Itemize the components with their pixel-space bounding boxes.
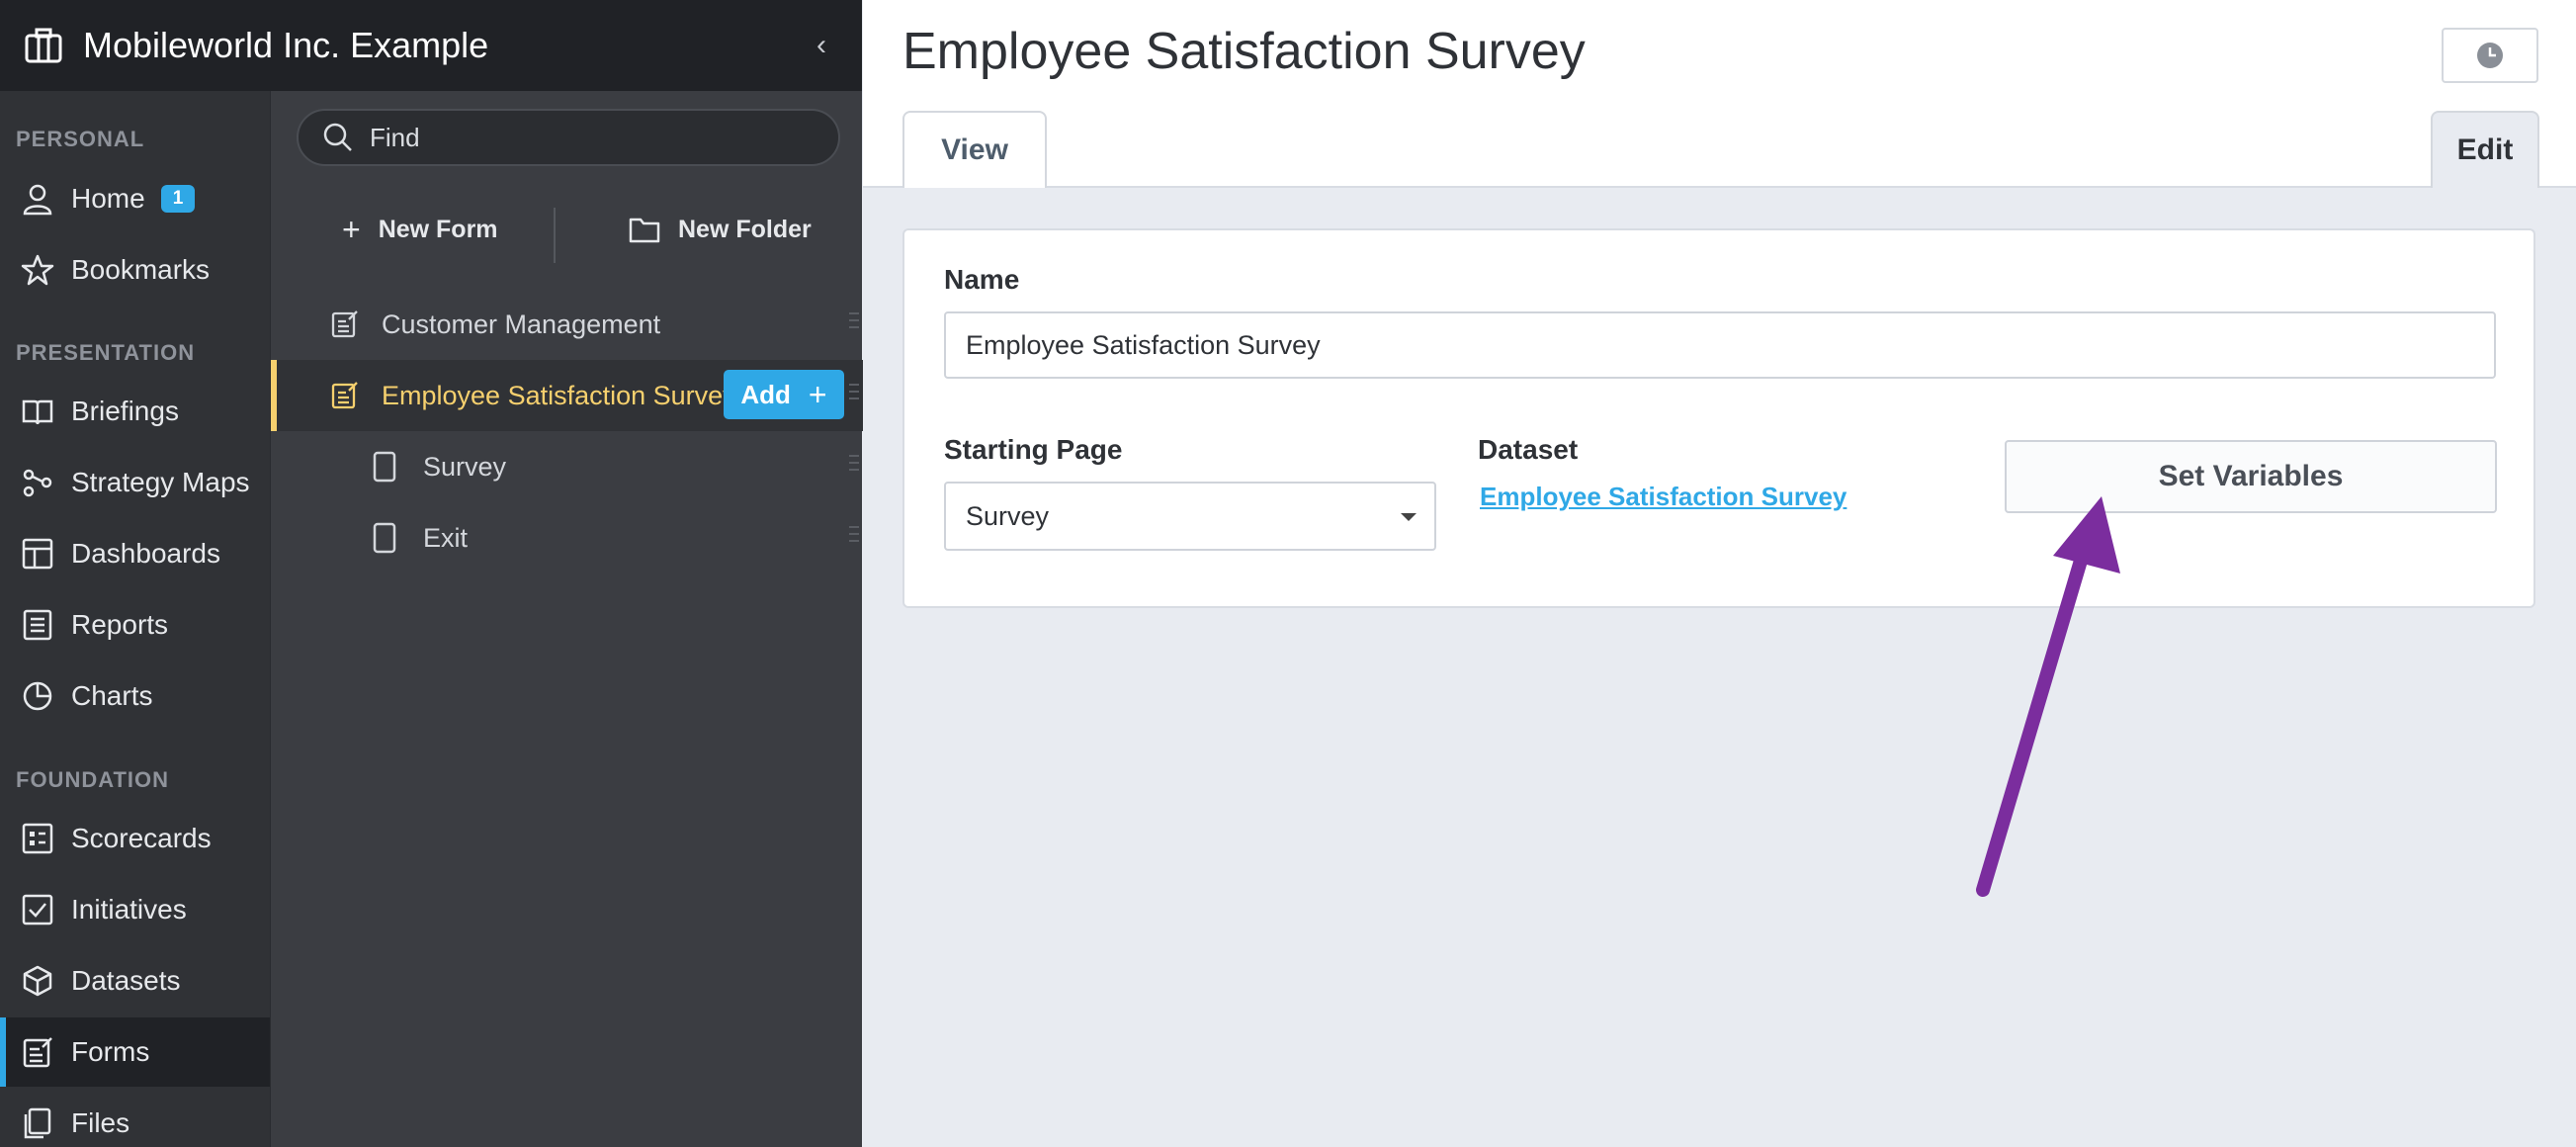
new-form-label: New Form [378,215,498,243]
nav-item-label: Dashboards [71,538,220,569]
plus-icon: + [808,376,827,412]
annotation-arrow-icon [1976,496,2120,897]
drag-handle-icon[interactable] [849,526,859,550]
nav-item-bookmarks[interactable]: Bookmarks [0,235,270,305]
org-header: Mobileworld Inc. Example ‹ [0,0,862,91]
nav-item-label: Charts [71,680,153,711]
nav-item-label: Datasets [71,965,181,996]
drag-handle-icon[interactable] [849,312,859,336]
form-icon [328,379,362,412]
tree-item-label: Customer Management [382,309,661,339]
tree-item-survey[interactable]: Survey [271,431,863,502]
pie-chart-icon [18,676,57,716]
name-label: Name [944,264,1020,295]
search-icon [323,123,352,151]
nav-item-briefings[interactable]: Briefings [0,377,270,446]
nav-item-label: Forms [71,1036,150,1067]
page-title: Employee Satisfaction Survey [902,23,1586,80]
nav-item-label: Scorecards [71,823,212,853]
nav-section-foundation: FOUNDATION [16,767,170,792]
toolbar-divider [554,208,556,263]
chevron-left-icon: ‹ [816,29,826,61]
nav-item-label: Initiatives [71,894,187,925]
starting-page-value: Survey [966,500,1050,531]
collapse-nav-button[interactable]: ‹ [807,26,836,65]
nav-item-datasets[interactable]: Datasets [0,946,270,1015]
main-header: Employee Satisfaction Survey View Edit [863,0,2576,188]
nav-item-label: Home [71,183,145,214]
tab-edit[interactable]: Edit [2431,111,2539,188]
nav-section-presentation: PRESENTATION [16,340,196,365]
history-button[interactable] [2442,28,2538,83]
nav-item-scorecards[interactable]: Scorecards [0,804,270,873]
nav-item-label: Strategy Maps [71,467,250,497]
cube-icon [18,961,57,1001]
building-icon [25,28,62,63]
nav-item-files[interactable]: Files [0,1089,270,1147]
folder-icon [629,218,660,243]
org-name: Mobileworld Inc. Example [83,25,489,65]
scorecard-icon [18,819,57,858]
tree-item-employee-satisfaction-survey[interactable]: Employee Satisfaction Survey Add + [271,360,863,431]
nav-item-label: Briefings [71,396,179,426]
drag-handle-icon[interactable] [849,384,859,407]
new-form-button[interactable]: + New Form [342,200,498,259]
clock-icon [2477,43,2503,68]
primary-nav: PERSONAL Home 1 Bookmarks PRESENTATION B… [0,91,270,1147]
tree-item-label: Employee Satisfaction Survey [382,380,736,410]
dashboard-icon [18,534,57,574]
tab-view[interactable]: View [902,111,1047,188]
checkbox-icon [18,890,57,929]
report-icon [18,605,57,645]
tree-item-label: Survey [423,451,507,482]
search-box[interactable] [297,109,840,166]
page-icon [368,521,401,555]
strategy-map-icon [18,463,57,502]
starting-page-select[interactable]: Survey [944,482,1436,551]
new-folder-button[interactable]: New Folder [629,200,812,259]
nav-section-personal: PERSONAL [16,127,145,151]
dataset-label: Dataset [1478,434,1579,465]
user-icon [18,179,57,219]
nav-item-reports[interactable]: Reports [0,590,270,660]
nav-item-strategy-maps[interactable]: Strategy Maps [0,448,270,517]
form-icon [18,1032,57,1072]
plus-icon: + [342,211,361,247]
nav-item-label: Reports [71,609,169,640]
add-button[interactable]: Add + [724,370,844,419]
nav-item-forms[interactable]: Forms [0,1017,270,1087]
nav-item-home[interactable]: Home 1 [0,164,270,233]
files-icon [18,1103,57,1143]
notification-badge: 1 [160,185,196,213]
book-icon [18,392,57,431]
nav-item-charts[interactable]: Charts [0,662,270,731]
dataset-link[interactable]: Employee Satisfaction Survey [1480,482,1846,512]
nav-item-dashboards[interactable]: Dashboards [0,519,270,588]
forms-panel: + New Form New Folder Customer Managemen… [270,91,863,1147]
name-field[interactable] [944,311,2496,379]
drag-handle-icon[interactable] [849,455,859,479]
add-button-label: Add [740,379,791,409]
star-icon [18,250,57,290]
nav-item-initiatives[interactable]: Initiatives [0,875,270,944]
form-icon [328,308,362,341]
tree-item-customer-management[interactable]: Customer Management [271,289,863,360]
starting-page-label: Starting Page [944,434,1123,465]
tree-item-label: Exit [423,522,469,553]
nav-item-label: Bookmarks [71,254,211,285]
caret-down-icon [1401,513,1417,521]
new-folder-label: New Folder [678,215,812,243]
page-icon [368,450,401,484]
form-properties-card: Name Starting Page Survey Dataset Employ… [902,228,2535,608]
tree-item-exit[interactable]: Exit [271,502,863,574]
search-input[interactable] [370,122,805,153]
nav-item-label: Files [71,1107,130,1138]
